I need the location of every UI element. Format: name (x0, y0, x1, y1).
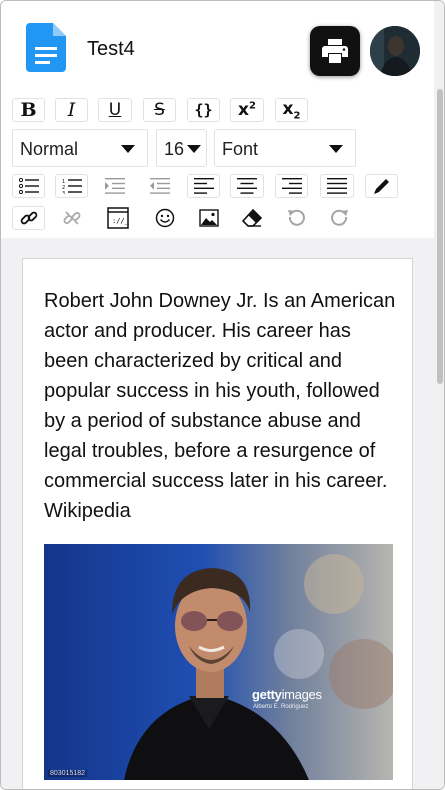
strikethrough-icon: S (154, 100, 165, 120)
embed-icon: ://_ (106, 207, 129, 229)
formatting-toolbar: B I U S {} x2 x2 Normal 16 Font 1 2 3:/… (1, 95, 434, 238)
bold-icon: B (20, 99, 37, 121)
outdent-button[interactable] (143, 174, 176, 198)
color-picker-button[interactable] (365, 174, 398, 198)
link-button[interactable] (12, 206, 45, 230)
watermark-brand: gettyimages (252, 687, 322, 702)
eraser-icon (242, 209, 262, 227)
portrait-photo (44, 544, 393, 780)
italic-icon: I (67, 99, 76, 121)
align-justify-button[interactable] (320, 174, 354, 198)
bulleted-list-button[interactable] (12, 174, 45, 198)
bulleted-list-icon (18, 178, 39, 194)
align-justify-icon (327, 178, 347, 194)
block-type-value: Normal (20, 139, 79, 159)
smiley-icon (155, 208, 174, 228)
image-button[interactable] (192, 206, 225, 230)
print-button[interactable] (310, 26, 360, 76)
remove-formatting-button[interactable] (235, 206, 269, 230)
image-icon (198, 209, 219, 227)
svg-text:3: 3 (62, 191, 65, 194)
subscript-icon: x2 (282, 98, 301, 122)
embed-button[interactable]: ://_ (105, 206, 130, 230)
undo-icon (287, 209, 305, 226)
watermark-brand-text: getty (252, 687, 282, 702)
align-left-button[interactable] (187, 174, 220, 198)
numbered-list-icon: 1 2 3 (62, 179, 82, 194)
strikethrough-button[interactable]: S (143, 98, 176, 122)
font-family-select[interactable]: Font (214, 129, 356, 167)
italic-button[interactable]: I (55, 98, 88, 122)
unlink-icon (63, 211, 80, 225)
code-icon: {} (194, 101, 213, 119)
bold-button[interactable]: B (12, 98, 45, 122)
content-paragraph[interactable]: Robert John Downey Jr. Is an American ac… (44, 286, 396, 526)
watermark-suffix-text: images (281, 687, 322, 702)
align-left-icon (193, 178, 214, 194)
header: Test4 (1, 1, 434, 95)
app-window: Test4 B I U S {} x2 x2 Normal 16 Font 1 … (0, 0, 445, 790)
link-icon (20, 211, 37, 225)
document-page[interactable]: Robert John Downey Jr. Is an American ac… (22, 258, 413, 789)
superscript-icon: x2 (238, 100, 256, 120)
scrollbar-thumb[interactable] (437, 89, 443, 384)
redo-button[interactable] (323, 206, 356, 230)
content-image[interactable]: gettyimages Alberto E. Rodriguez 8030151… (44, 544, 393, 780)
emoji-button[interactable] (148, 206, 181, 230)
undo-button[interactable] (279, 206, 312, 230)
indent-button[interactable] (98, 174, 132, 198)
chevron-down-icon (329, 145, 343, 153)
user-avatar[interactable] (370, 26, 420, 76)
indent-icon (105, 178, 125, 194)
underline-button[interactable]: U (98, 98, 132, 122)
align-center-icon (237, 178, 257, 194)
document-title[interactable]: Test4 (87, 38, 135, 61)
outdent-icon (149, 178, 170, 194)
numbered-list-button[interactable]: 1 2 3 (55, 174, 88, 198)
font-family-value: Font (222, 139, 259, 159)
watermark-credit: Alberto E. Rodriguez (253, 704, 309, 710)
image-id-label: 803015182 (48, 770, 88, 777)
code-button[interactable]: {} (187, 98, 220, 122)
redo-icon (330, 209, 348, 226)
pencil-icon (373, 179, 389, 194)
font-size-select[interactable]: 16 (156, 129, 207, 167)
avatar-image (370, 26, 420, 76)
align-right-button[interactable] (275, 174, 308, 198)
underline-icon: U (108, 100, 122, 120)
svg-text:://_: ://_ (112, 217, 129, 225)
chevron-down-icon (187, 145, 201, 153)
subscript-button[interactable]: x2 (275, 98, 308, 122)
align-center-button[interactable] (230, 174, 264, 198)
chevron-down-icon (121, 145, 135, 153)
superscript-button[interactable]: x2 (230, 98, 264, 122)
block-type-select[interactable]: Normal (12, 129, 148, 167)
align-right-icon (281, 178, 302, 194)
document-icon (26, 23, 66, 72)
unlink-button[interactable] (55, 206, 88, 230)
printer-icon (322, 39, 348, 63)
font-size-value: 16 (164, 139, 185, 159)
